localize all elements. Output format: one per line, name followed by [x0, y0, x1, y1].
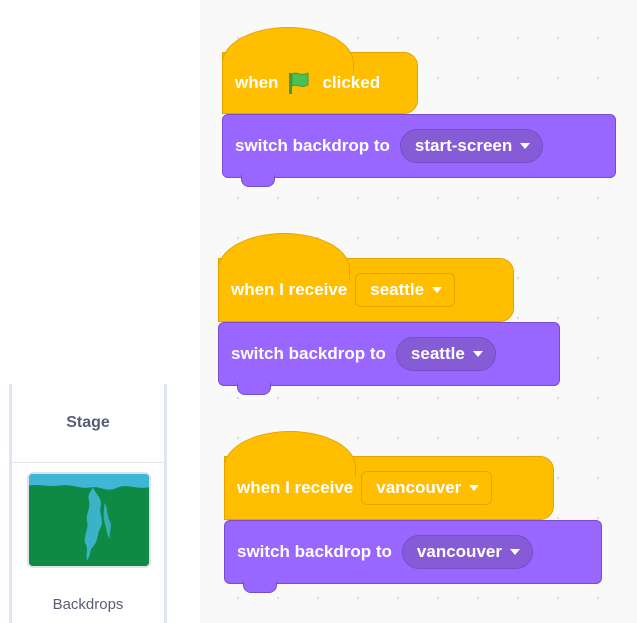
code-area[interactable]: when clicked switch backdrop to start-sc…	[200, 0, 637, 623]
dropdown-caret-icon	[469, 485, 480, 491]
stage-title: Stage	[12, 384, 164, 463]
backdrop-dropdown[interactable]: start-screen	[399, 129, 544, 163]
message-dropdown[interactable]: vancouver	[361, 471, 493, 505]
backdrop-thumbnail[interactable]	[27, 472, 151, 568]
when-i-receive-label: when I receive	[237, 478, 354, 497]
when-flag-clicked-block[interactable]: when clicked	[222, 27, 418, 114]
hat-cap	[222, 27, 354, 73]
when-i-receive-label: when I receive	[231, 280, 348, 299]
backdrop-dropdown-value: vancouver	[416, 542, 502, 561]
when-i-receive-block[interactable]: when I receive seattle	[218, 233, 514, 322]
switch-backdrop-block[interactable]: switch backdrop to vancouver	[224, 520, 602, 593]
switch-backdrop-block[interactable]: switch backdrop to start-screen	[222, 114, 616, 187]
switch-backdrop-label: switch backdrop to	[235, 136, 390, 155]
message-dropdown[interactable]: seattle	[355, 273, 456, 307]
stage-panel[interactable]: Stage Backdrops	[9, 384, 167, 623]
switch-backdrop-label: switch backdrop to	[231, 344, 386, 363]
block-notch	[241, 175, 275, 187]
backdrop-dropdown[interactable]: seattle	[395, 337, 496, 371]
message-dropdown-value: seattle	[370, 280, 425, 299]
dropdown-caret-icon	[509, 549, 520, 555]
dropdown-caret-icon	[520, 143, 531, 149]
backdrop-dropdown[interactable]: vancouver	[401, 535, 533, 569]
green-flag-icon	[289, 72, 309, 94]
when-i-receive-block[interactable]: when I receive vancouver	[224, 431, 554, 520]
switch-backdrop-label: switch backdrop to	[237, 542, 392, 561]
hat-clicked-label: clicked	[322, 73, 381, 92]
hat-when-label: when	[235, 73, 279, 92]
block-notch	[237, 383, 271, 395]
block-notch	[243, 581, 277, 593]
backdrop-dropdown-value: start-screen	[414, 136, 513, 155]
backdrop-dropdown-value: seattle	[410, 344, 465, 363]
dropdown-caret-icon	[472, 351, 483, 357]
message-dropdown-value: vancouver	[376, 478, 462, 497]
switch-backdrop-block[interactable]: switch backdrop to seattle	[218, 322, 560, 395]
map-thumbnail-image	[29, 474, 149, 566]
dropdown-caret-icon	[432, 287, 443, 293]
backdrops-label[interactable]: Backdrops	[12, 596, 164, 613]
